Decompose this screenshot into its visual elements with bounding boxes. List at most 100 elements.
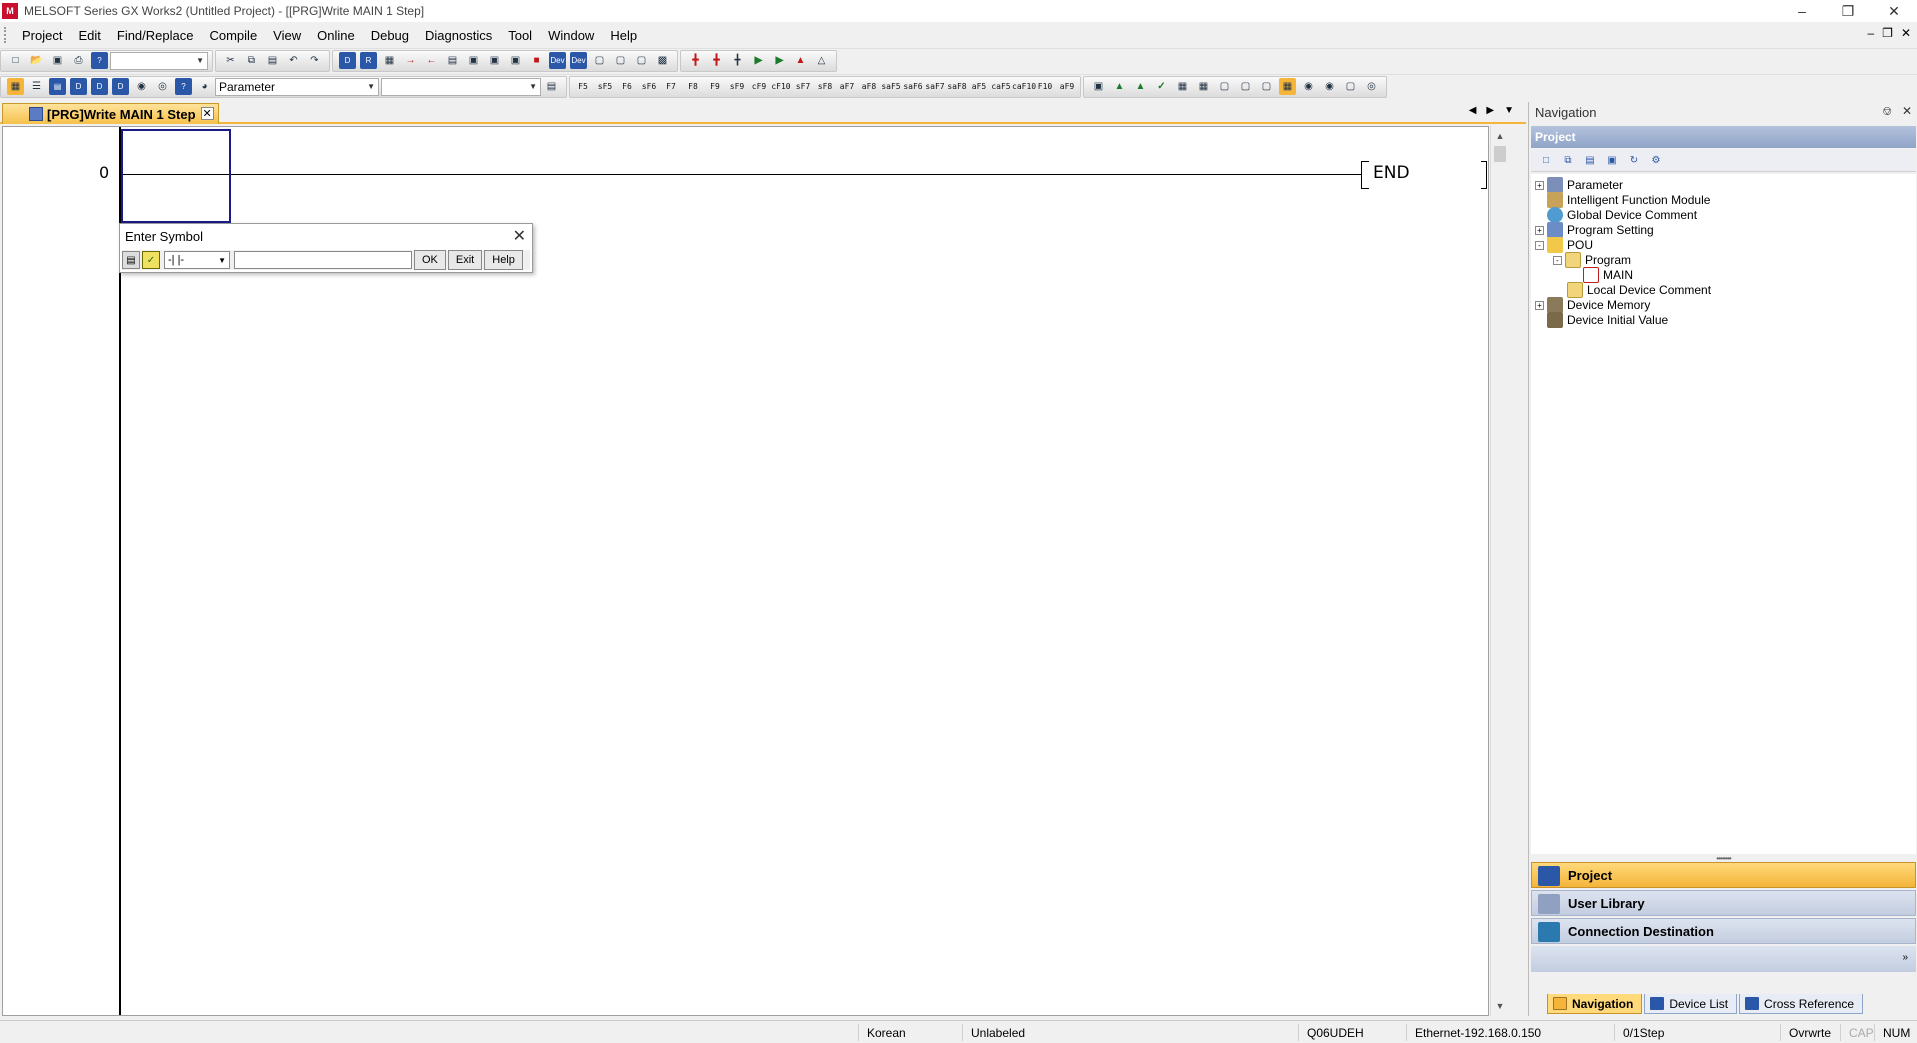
menu-grip[interactable] — [4, 27, 8, 43]
help-button[interactable]: Help — [484, 250, 523, 270]
run-icon[interactable]: ▶ — [750, 52, 767, 69]
restore-icon[interactable]: ❐ — [1825, 0, 1871, 22]
parameter-combo[interactable]: Parameter ▼ — [215, 77, 379, 96]
toolbar-icon-a[interactable]: ▢ — [591, 52, 608, 69]
menu-project[interactable]: Project — [14, 28, 70, 43]
chart-tool-2-icon[interactable]: △ — [813, 52, 830, 69]
copy-icon[interactable]: ⧉ — [243, 52, 260, 69]
menu-window[interactable]: Window — [540, 28, 602, 43]
close-icon[interactable]: ✕ — [1871, 0, 1917, 22]
plc-write-icon[interactable]: ■ — [528, 52, 545, 69]
list-view-icon[interactable]: ☰ — [28, 78, 45, 95]
fk-caf10[interactable]: caF10 — [1012, 82, 1036, 91]
scroll-down-icon[interactable]: ▼ — [1491, 998, 1509, 1014]
misc-13-icon[interactable]: ▢ — [1342, 78, 1359, 95]
tab-close-icon[interactable]: ✕ — [200, 107, 214, 120]
misc-3-icon[interactable]: ▲ — [1132, 78, 1149, 95]
symbol-type-select[interactable]: -| |- ▼ — [164, 251, 230, 269]
symbol-input[interactable] — [234, 251, 412, 269]
exit-button[interactable]: Exit — [447, 250, 483, 270]
project-view-icon[interactable]: ▦ — [7, 78, 24, 95]
verify-icon[interactable]: ▤ — [444, 52, 461, 69]
pin-icon[interactable]: ⎊ — [1882, 104, 1892, 119]
info-icon[interactable]: ? — [175, 78, 192, 95]
save-icon[interactable]: ▣ — [49, 52, 66, 69]
misc-1-icon[interactable]: ▣ — [1090, 78, 1107, 95]
menu-compile[interactable]: Compile — [201, 28, 265, 43]
help-icon[interactable]: ? — [91, 52, 108, 69]
ok-button[interactable]: OK — [414, 250, 446, 270]
remote-icon[interactable]: ▣ — [507, 52, 524, 69]
fk-af8[interactable]: aF8 — [858, 82, 880, 91]
menu-edit[interactable]: Edit — [70, 28, 108, 43]
menu-online[interactable]: Online — [309, 28, 363, 43]
write-plc-icon[interactable]: → — [402, 52, 419, 69]
watch-icon[interactable]: ◉ — [133, 78, 150, 95]
section-project[interactable]: Project — [1531, 862, 1916, 888]
fk-f9[interactable]: F9 — [704, 82, 726, 91]
fk-f5[interactable]: F5 — [572, 82, 594, 91]
zoom-icon[interactable]: ◎ — [154, 78, 171, 95]
undo-icon[interactable]: ↶ — [285, 52, 302, 69]
cross-ref-icon[interactable]: ▦ — [381, 52, 398, 69]
step-icon[interactable]: ▶ — [771, 52, 788, 69]
menu-help[interactable]: Help — [602, 28, 645, 43]
secondary-combo[interactable]: ▼ — [381, 77, 541, 96]
property-icon[interactable]: ▣ — [1603, 153, 1621, 169]
menu-view[interactable]: View — [265, 28, 309, 43]
more-sections-button[interactable]: » — [1531, 946, 1916, 972]
tree-options-icon[interactable]: ⚙ — [1647, 153, 1665, 169]
misc-5-icon[interactable]: ▦ — [1174, 78, 1191, 95]
paste-data-icon[interactable]: ▤ — [1581, 153, 1599, 169]
dev-view-1-icon[interactable]: D — [70, 78, 87, 95]
dialog-close-icon[interactable]: ✕ — [513, 226, 526, 246]
fk-f6[interactable]: F6 — [616, 82, 638, 91]
panel-splitter[interactable]: •••••••• — [1531, 854, 1916, 863]
mdi-close-icon[interactable]: ✕ — [1901, 26, 1911, 40]
screen-icon[interactable]: ▩ — [654, 52, 671, 69]
scroll-thumb[interactable] — [1494, 146, 1506, 162]
ladder-tool-3-icon[interactable]: ╋ — [729, 52, 746, 69]
misc-12-icon[interactable]: ◉ — [1321, 78, 1338, 95]
redo-icon[interactable]: ↷ — [306, 52, 323, 69]
fk-f8[interactable]: F8 — [682, 82, 704, 91]
fk-saf8[interactable]: saF8 — [946, 82, 968, 91]
misc-2-icon[interactable]: ▲ — [1111, 78, 1128, 95]
misc-10-icon[interactable]: ▦ — [1279, 78, 1296, 95]
ladder-vertical-scrollbar[interactable]: ▲ ▼ — [1490, 126, 1508, 1016]
fk-sf6[interactable]: sF6 — [638, 82, 660, 91]
refresh-icon[interactable]: ↻ — [1625, 153, 1643, 169]
section-connection-destination[interactable]: Connection Destination — [1531, 918, 1916, 944]
dev-icon-2[interactable]: Dev — [570, 52, 587, 69]
replace-icon[interactable]: R — [360, 52, 377, 69]
fk-af7[interactable]: aF7 — [836, 82, 858, 91]
fk-saf6[interactable]: saF6 — [902, 82, 924, 91]
fk-sf8[interactable]: sF8 — [814, 82, 836, 91]
toolbar-combo-empty[interactable]: ▼ — [110, 51, 208, 70]
fk-cf9[interactable]: cF9 — [748, 82, 770, 91]
binoculars-icon[interactable]: ◕ — [196, 78, 213, 95]
misc-11-icon[interactable]: ◉ — [1300, 78, 1317, 95]
chart-tool-icon[interactable]: ▲ — [792, 52, 809, 69]
cut-icon[interactable]: ✂ — [222, 52, 239, 69]
print-icon[interactable]: ⎙ — [70, 52, 87, 69]
section-user-library[interactable]: User Library — [1531, 890, 1916, 916]
fk-f10[interactable]: F10 — [1034, 82, 1056, 91]
collapse-icon[interactable]: - — [1553, 255, 1562, 265]
expand-icon[interactable]: + — [1535, 225, 1544, 235]
device-search-icon[interactable]: D — [339, 52, 356, 69]
menu-find-replace[interactable]: Find/Replace — [109, 28, 202, 43]
fk-saf7[interactable]: saF7 — [924, 82, 946, 91]
fk-caf5[interactable]: caF5 — [990, 82, 1012, 91]
symbol-check-icon[interactable]: ✓ — [142, 251, 160, 269]
dev-view-3-icon[interactable]: D — [112, 78, 129, 95]
tab-device-list[interactable]: Device List — [1644, 994, 1738, 1014]
fk-saf5[interactable]: saF5 — [880, 82, 902, 91]
fk-f7[interactable]: F7 — [660, 82, 682, 91]
fk-af9[interactable]: aF9 — [1056, 82, 1078, 91]
fk-af5[interactable]: aF5 — [968, 82, 990, 91]
new-data-icon[interactable]: □ — [1537, 153, 1555, 169]
mdi-restore-icon[interactable]: ❐ — [1882, 26, 1893, 40]
device-list-icon[interactable]: ▤ — [122, 251, 140, 269]
misc-4-icon[interactable]: ✓ — [1153, 78, 1170, 95]
